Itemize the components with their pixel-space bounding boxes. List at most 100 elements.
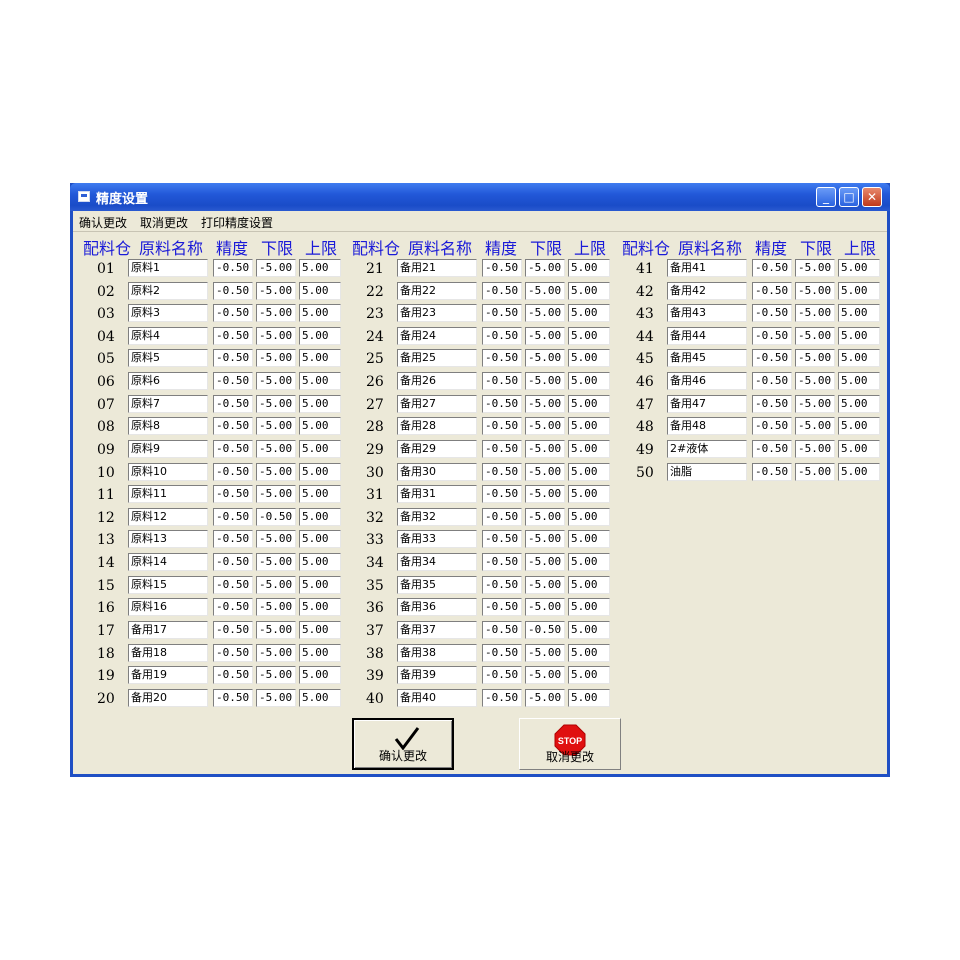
- lower-limit-field[interactable]: -5.00: [256, 666, 296, 685]
- lower-limit-field[interactable]: -5.00: [256, 620, 296, 639]
- upper-limit-field[interactable]: 5.00: [568, 620, 610, 639]
- material-name-field[interactable]: 原料1: [128, 259, 208, 277]
- upper-limit-field[interactable]: 5.00: [299, 530, 341, 549]
- material-name-field[interactable]: 2#液体: [667, 439, 747, 458]
- precision-field[interactable]: -0.50: [752, 462, 792, 481]
- precision-field[interactable]: -0.50: [482, 666, 522, 685]
- material-name-field[interactable]: 备用48: [667, 417, 747, 436]
- precision-field[interactable]: -0.50: [752, 394, 792, 413]
- upper-limit-field[interactable]: 5.00: [299, 620, 341, 639]
- precision-field[interactable]: -0.50: [482, 507, 522, 526]
- upper-limit-field[interactable]: 5.00: [299, 417, 341, 436]
- lower-limit-field[interactable]: -5.00: [525, 349, 565, 368]
- upper-limit-field[interactable]: 5.00: [568, 688, 610, 707]
- upper-limit-field[interactable]: 5.00: [568, 326, 610, 345]
- precision-field[interactable]: -0.50: [482, 553, 522, 572]
- material-name-field[interactable]: 原料10: [128, 462, 208, 481]
- material-name-field[interactable]: 原料13: [128, 530, 208, 549]
- precision-field[interactable]: -0.50: [213, 485, 253, 504]
- precision-field[interactable]: -0.50: [482, 259, 522, 277]
- material-name-field[interactable]: 备用46: [667, 372, 747, 391]
- material-name-field[interactable]: 备用21: [397, 259, 477, 277]
- title-bar[interactable]: 精度设置 _ □ ✕: [70, 183, 890, 211]
- lower-limit-field[interactable]: -5.00: [525, 485, 565, 504]
- material-name-field[interactable]: 备用27: [397, 394, 477, 413]
- lower-limit-field[interactable]: -5.00: [525, 507, 565, 526]
- material-name-field[interactable]: 备用34: [397, 553, 477, 572]
- upper-limit-field[interactable]: 5.00: [299, 485, 341, 504]
- material-name-field[interactable]: 备用43: [667, 304, 747, 323]
- precision-field[interactable]: -0.50: [213, 666, 253, 685]
- upper-limit-field[interactable]: 5.00: [299, 462, 341, 481]
- precision-field[interactable]: -0.50: [482, 620, 522, 639]
- upper-limit-field[interactable]: 5.00: [568, 643, 610, 662]
- precision-field[interactable]: -0.50: [752, 259, 792, 277]
- lower-limit-field[interactable]: -5.00: [525, 439, 565, 458]
- lower-limit-field[interactable]: -5.00: [525, 688, 565, 707]
- lower-limit-field[interactable]: -5.00: [795, 349, 835, 368]
- material-name-field[interactable]: 备用31: [397, 485, 477, 504]
- precision-field[interactable]: -0.50: [482, 643, 522, 662]
- upper-limit-field[interactable]: 5.00: [299, 598, 341, 617]
- precision-field[interactable]: -0.50: [482, 304, 522, 323]
- upper-limit-field[interactable]: 5.00: [299, 688, 341, 707]
- precision-field[interactable]: -0.50: [213, 439, 253, 458]
- material-name-field[interactable]: 备用40: [397, 688, 477, 707]
- material-name-field[interactable]: 备用22: [397, 281, 477, 300]
- material-name-field[interactable]: 原料6: [128, 372, 208, 391]
- precision-field[interactable]: -0.50: [213, 575, 253, 594]
- lower-limit-field[interactable]: -5.00: [525, 326, 565, 345]
- material-name-field[interactable]: 原料12: [128, 507, 208, 526]
- material-name-field[interactable]: 原料3: [128, 304, 208, 323]
- upper-limit-field[interactable]: 5.00: [299, 439, 341, 458]
- precision-field[interactable]: -0.50: [213, 643, 253, 662]
- upper-limit-field[interactable]: 5.00: [838, 326, 880, 345]
- upper-limit-field[interactable]: 5.00: [568, 281, 610, 300]
- lower-limit-field[interactable]: -5.00: [525, 417, 565, 436]
- material-name-field[interactable]: 备用32: [397, 507, 477, 526]
- lower-limit-field[interactable]: -5.00: [256, 598, 296, 617]
- precision-field[interactable]: -0.50: [213, 688, 253, 707]
- upper-limit-field[interactable]: 5.00: [838, 259, 880, 277]
- close-button[interactable]: ✕: [862, 187, 882, 207]
- material-name-field[interactable]: 备用41: [667, 259, 747, 277]
- upper-limit-field[interactable]: 5.00: [568, 485, 610, 504]
- material-name-field[interactable]: 备用24: [397, 326, 477, 345]
- precision-field[interactable]: -0.50: [213, 349, 253, 368]
- lower-limit-field[interactable]: -0.50: [525, 620, 565, 639]
- upper-limit-field[interactable]: 5.00: [838, 281, 880, 300]
- upper-limit-field[interactable]: 5.00: [838, 372, 880, 391]
- precision-field[interactable]: -0.50: [482, 326, 522, 345]
- lower-limit-field[interactable]: -5.00: [256, 439, 296, 458]
- material-name-field[interactable]: 备用45: [667, 349, 747, 368]
- material-name-field[interactable]: 备用29: [397, 439, 477, 458]
- upper-limit-field[interactable]: 5.00: [299, 575, 341, 594]
- upper-limit-field[interactable]: 5.00: [838, 462, 880, 481]
- precision-field[interactable]: -0.50: [482, 462, 522, 481]
- material-name-field[interactable]: 备用44: [667, 326, 747, 345]
- material-name-field[interactable]: 备用30: [397, 462, 477, 481]
- lower-limit-field[interactable]: -0.50: [256, 507, 296, 526]
- lower-limit-field[interactable]: -5.00: [525, 575, 565, 594]
- precision-field[interactable]: -0.50: [213, 598, 253, 617]
- lower-limit-field[interactable]: -5.00: [525, 304, 565, 323]
- precision-field[interactable]: -0.50: [482, 372, 522, 391]
- precision-field[interactable]: -0.50: [752, 281, 792, 300]
- upper-limit-field[interactable]: 5.00: [568, 666, 610, 685]
- material-name-field[interactable]: 原料9: [128, 439, 208, 458]
- upper-limit-field[interactable]: 5.00: [838, 439, 880, 458]
- precision-field[interactable]: -0.50: [482, 485, 522, 504]
- menu-cancel-changes[interactable]: 取消更改: [140, 214, 188, 231]
- precision-field[interactable]: -0.50: [482, 688, 522, 707]
- lower-limit-field[interactable]: -5.00: [256, 326, 296, 345]
- precision-field[interactable]: -0.50: [752, 372, 792, 391]
- material-name-field[interactable]: 备用33: [397, 530, 477, 549]
- upper-limit-field[interactable]: 5.00: [568, 530, 610, 549]
- maximize-button[interactable]: □: [839, 187, 859, 207]
- precision-field[interactable]: -0.50: [482, 281, 522, 300]
- upper-limit-field[interactable]: 5.00: [299, 666, 341, 685]
- lower-limit-field[interactable]: -5.00: [795, 326, 835, 345]
- precision-field[interactable]: -0.50: [482, 598, 522, 617]
- precision-field[interactable]: -0.50: [213, 620, 253, 639]
- lower-limit-field[interactable]: -5.00: [525, 553, 565, 572]
